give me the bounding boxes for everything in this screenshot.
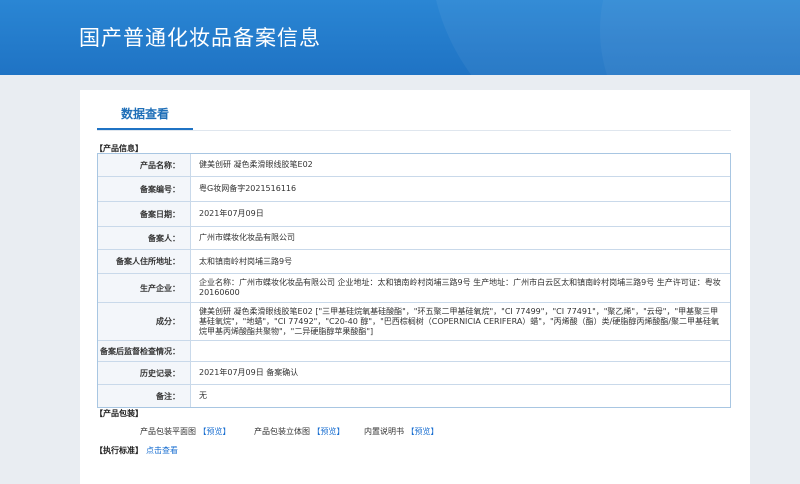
content-card: 数据查看 【产品信息】 产品名称： 健美创研 凝色柔滑眼线胶笔E02 备案编号：… [80,90,750,484]
table-row: 备案后监督检查情况： [98,341,730,362]
row-label: 备案日期： [98,202,191,226]
row-value: 广州市蝶妆化妆品有限公司 [199,233,295,242]
page-title: 国产普通化妆品备案信息 [79,26,321,50]
table-row: 备案人住所地址： 太和镇南岭村岗埔三路9号 [98,250,730,274]
row-label: 备案后监督检查情况： [98,341,191,361]
row-label: 历史记录： [98,362,191,384]
table-row: 生产企业： 企业名称：广州市蝶妆化妆品有限公司 企业地址：太和镇南岭村岗埔三路9… [98,274,730,303]
tab-data-view[interactable]: 数据查看 [97,104,193,130]
row-label: 产品名称： [98,154,191,176]
row-label: 备案编号： [98,177,191,201]
packaging-item-label: 产品包装平面图 [140,427,196,436]
table-row: 备案编号： 粤G妆网备字2021516116 [98,177,730,202]
product-info-table: 产品名称： 健美创研 凝色柔滑眼线胶笔E02 备案编号： 粤G妆网备字20215… [97,153,731,408]
tab-divider [97,130,731,131]
row-value: 健美创研 凝色柔滑眼线胶笔E02 ["三甲基硅烷氧基硅酸酯"，"环五聚二甲基硅氧… [199,306,720,336]
row-label: 备案人住所地址： [98,250,191,273]
row-value: 无 [199,391,207,400]
packaging-item: 产品包装平面图 【预览】 [140,426,231,437]
row-label: 成分： [98,303,191,340]
page-header: 国产普通化妆品备案信息 [0,0,800,75]
row-value: 2021年07月09日 [199,209,264,218]
packaging-item-label: 产品包装立体图 [254,427,310,436]
row-label: 生产企业： [98,274,191,302]
header-decoration [600,0,800,75]
packaging-item: 内置说明书 【预览】 [364,426,439,437]
table-row: 产品名称： 健美创研 凝色柔滑眼线胶笔E02 [98,154,730,177]
packaging-item-label: 内置说明书 [364,427,404,436]
table-row: 备案人： 广州市蝶妆化妆品有限公司 [98,227,730,250]
standard-heading: 【执行标准】 [95,446,143,455]
table-row: 备注： 无 [98,385,730,407]
table-row: 成分： 健美创研 凝色柔滑眼线胶笔E02 ["三甲基硅烷氧基硅酸酯"，"环五聚二… [98,303,730,341]
packaging-item: 产品包装立体图 【预览】 [254,426,345,437]
preview-flat-link[interactable]: 【预览】 [199,427,231,436]
row-label: 备注： [98,385,191,407]
row-value: 健美创研 凝色柔滑眼线胶笔E02 [199,160,313,169]
row-value: 2021年07月09日 备案确认 [199,368,299,377]
table-row: 备案日期： 2021年07月09日 [98,202,730,227]
row-value: 企业名称：广州市蝶妆化妆品有限公司 企业地址：太和镇南岭村岗埔三路9号 生产地址… [199,278,721,297]
table-row: 历史记录： 2021年07月09日 备案确认 [98,362,730,385]
preview-3d-link[interactable]: 【预览】 [313,427,345,436]
preview-manual-link[interactable]: 【预览】 [407,427,439,436]
row-value: 粤G妆网备字2021516116 [199,184,297,193]
packaging-heading: 【产品包装】 [95,409,143,418]
row-label: 备案人： [98,227,191,249]
view-standard-link[interactable]: 点击查看 [146,445,178,456]
row-value [191,341,730,361]
row-value: 太和镇南岭村岗埔三路9号 [199,256,293,266]
